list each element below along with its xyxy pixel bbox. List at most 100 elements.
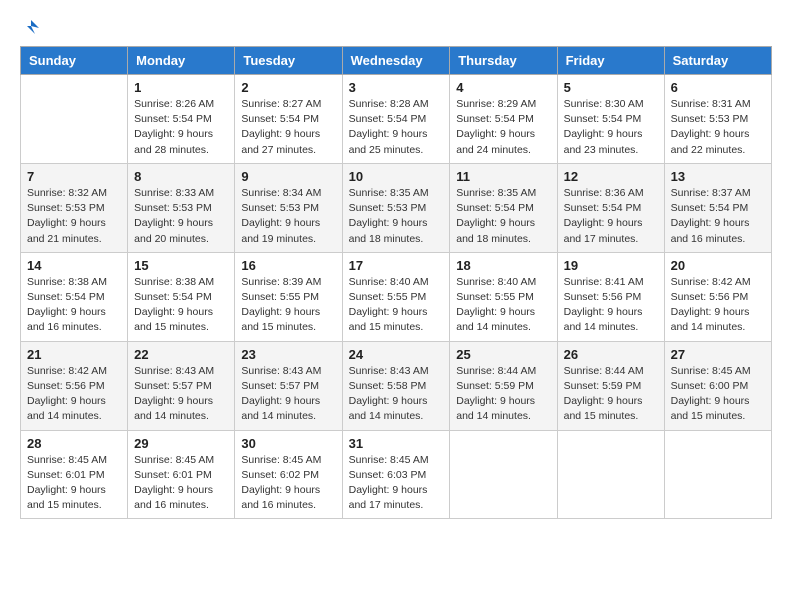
calendar-cell: 3 Sunrise: 8:28 AM Sunset: 5:54 PM Daylig… (342, 75, 450, 164)
calendar-cell: 2 Sunrise: 8:27 AM Sunset: 5:54 PM Daylig… (235, 75, 342, 164)
day-info: Sunrise: 8:27 AM Sunset: 5:54 PM Dayligh… (241, 97, 335, 158)
calendar-cell: 31 Sunrise: 8:45 AM Sunset: 6:03 PM Dayli… (342, 430, 450, 519)
calendar-cell: 5 Sunrise: 8:30 AM Sunset: 5:54 PM Daylig… (557, 75, 664, 164)
day-info: Sunrise: 8:38 AM Sunset: 5:54 PM Dayligh… (134, 275, 228, 336)
calendar-cell: 7Sunrise: 8:32 AM Sunset: 5:53 PM Daylig… (21, 163, 128, 252)
day-number: 28 (27, 436, 121, 451)
calendar-cell: 19 Sunrise: 8:41 AM Sunset: 5:56 PM Dayli… (557, 252, 664, 341)
day-info: Sunrise: 8:28 AM Sunset: 5:54 PM Dayligh… (349, 97, 444, 158)
day-number: 12 (564, 169, 658, 184)
day-info: Sunrise: 8:40 AM Sunset: 5:55 PM Dayligh… (456, 275, 550, 336)
calendar-week-row: 21 Sunrise: 8:42 AM Sunset: 5:56 PM Dayli… (21, 341, 772, 430)
calendar-cell: 12 Sunrise: 8:36 AM Sunset: 5:54 PM Dayli… (557, 163, 664, 252)
day-info: Sunrise: 8:41 AM Sunset: 5:56 PM Dayligh… (564, 275, 658, 336)
calendar-week-row: 7Sunrise: 8:32 AM Sunset: 5:53 PM Daylig… (21, 163, 772, 252)
calendar-cell: 16 Sunrise: 8:39 AM Sunset: 5:55 PM Dayli… (235, 252, 342, 341)
day-number: 26 (564, 347, 658, 362)
day-info: Sunrise: 8:36 AM Sunset: 5:54 PM Dayligh… (564, 186, 658, 247)
day-info: Sunrise: 8:40 AM Sunset: 5:55 PM Dayligh… (349, 275, 444, 336)
day-number: 4 (456, 80, 550, 95)
day-of-week-header: Thursday (450, 47, 557, 75)
day-info: Sunrise: 8:37 AM Sunset: 5:54 PM Dayligh… (671, 186, 765, 247)
day-number: 15 (134, 258, 228, 273)
day-info: Sunrise: 8:45 AM Sunset: 6:01 PM Dayligh… (27, 453, 121, 514)
calendar-cell: 24 Sunrise: 8:43 AM Sunset: 5:58 PM Dayli… (342, 341, 450, 430)
day-number: 11 (456, 169, 550, 184)
calendar-week-row: 1 Sunrise: 8:26 AM Sunset: 5:54 PM Daylig… (21, 75, 772, 164)
day-number: 24 (349, 347, 444, 362)
day-number: 7 (27, 169, 121, 184)
day-info: Sunrise: 8:30 AM Sunset: 5:54 PM Dayligh… (564, 97, 658, 158)
day-info: Sunrise: 8:43 AM Sunset: 5:58 PM Dayligh… (349, 364, 444, 425)
calendar-cell: 26Sunrise: 8:44 AM Sunset: 5:59 PM Dayli… (557, 341, 664, 430)
day-number: 16 (241, 258, 335, 273)
logo-bird-icon (21, 18, 39, 36)
calendar-table: SundayMondayTuesdayWednesdayThursdayFrid… (20, 46, 772, 519)
day-number: 6 (671, 80, 765, 95)
day-number: 2 (241, 80, 335, 95)
day-number: 23 (241, 347, 335, 362)
calendar-week-row: 28 Sunrise: 8:45 AM Sunset: 6:01 PM Dayli… (21, 430, 772, 519)
day-info: Sunrise: 8:44 AM Sunset: 5:59 PM Dayligh… (456, 364, 550, 425)
calendar-cell: 27 Sunrise: 8:45 AM Sunset: 6:00 PM Dayli… (664, 341, 771, 430)
calendar-cell: 23 Sunrise: 8:43 AM Sunset: 5:57 PM Dayli… (235, 341, 342, 430)
calendar-cell: 10Sunrise: 8:35 AM Sunset: 5:53 PM Dayli… (342, 163, 450, 252)
day-info: Sunrise: 8:45 AM Sunset: 6:01 PM Dayligh… (134, 453, 228, 514)
calendar-cell: 25Sunrise: 8:44 AM Sunset: 5:59 PM Dayli… (450, 341, 557, 430)
day-number: 3 (349, 80, 444, 95)
day-info: Sunrise: 8:34 AM Sunset: 5:53 PM Dayligh… (241, 186, 335, 247)
calendar-cell: 15 Sunrise: 8:38 AM Sunset: 5:54 PM Dayli… (128, 252, 235, 341)
day-info: Sunrise: 8:35 AM Sunset: 5:53 PM Dayligh… (349, 186, 444, 247)
day-info: Sunrise: 8:42 AM Sunset: 5:56 PM Dayligh… (671, 275, 765, 336)
day-number: 20 (671, 258, 765, 273)
day-info: Sunrise: 8:45 AM Sunset: 6:02 PM Dayligh… (241, 453, 335, 514)
day-number: 5 (564, 80, 658, 95)
day-number: 21 (27, 347, 121, 362)
day-number: 29 (134, 436, 228, 451)
day-number: 9 (241, 169, 335, 184)
day-number: 13 (671, 169, 765, 184)
calendar-cell: 30Sunrise: 8:45 AM Sunset: 6:02 PM Dayli… (235, 430, 342, 519)
day-of-week-header: Saturday (664, 47, 771, 75)
day-info: Sunrise: 8:45 AM Sunset: 6:00 PM Dayligh… (671, 364, 765, 425)
day-info: Sunrise: 8:33 AM Sunset: 5:53 PM Dayligh… (134, 186, 228, 247)
calendar-cell: 6 Sunrise: 8:31 AM Sunset: 5:53 PM Daylig… (664, 75, 771, 164)
day-info: Sunrise: 8:26 AM Sunset: 5:54 PM Dayligh… (134, 97, 228, 158)
day-of-week-header: Tuesday (235, 47, 342, 75)
calendar-cell: 20 Sunrise: 8:42 AM Sunset: 5:56 PM Dayli… (664, 252, 771, 341)
day-number: 27 (671, 347, 765, 362)
calendar-cell: 8 Sunrise: 8:33 AM Sunset: 5:53 PM Daylig… (128, 163, 235, 252)
calendar-cell (21, 75, 128, 164)
day-of-week-header: Friday (557, 47, 664, 75)
calendar-cell (664, 430, 771, 519)
day-info: Sunrise: 8:39 AM Sunset: 5:55 PM Dayligh… (241, 275, 335, 336)
day-number: 31 (349, 436, 444, 451)
day-number: 22 (134, 347, 228, 362)
page-header (20, 20, 772, 36)
day-info: Sunrise: 8:38 AM Sunset: 5:54 PM Dayligh… (27, 275, 121, 336)
calendar-cell: 28 Sunrise: 8:45 AM Sunset: 6:01 PM Dayli… (21, 430, 128, 519)
calendar-cell: 22 Sunrise: 8:43 AM Sunset: 5:57 PM Dayli… (128, 341, 235, 430)
day-number: 1 (134, 80, 228, 95)
day-number: 14 (27, 258, 121, 273)
day-number: 8 (134, 169, 228, 184)
calendar-cell (450, 430, 557, 519)
day-info: Sunrise: 8:43 AM Sunset: 5:57 PM Dayligh… (134, 364, 228, 425)
day-number: 19 (564, 258, 658, 273)
calendar-cell: 29 Sunrise: 8:45 AM Sunset: 6:01 PM Dayli… (128, 430, 235, 519)
day-info: Sunrise: 8:29 AM Sunset: 5:54 PM Dayligh… (456, 97, 550, 158)
day-number: 18 (456, 258, 550, 273)
day-info: Sunrise: 8:42 AM Sunset: 5:56 PM Dayligh… (27, 364, 121, 425)
calendar-header-row: SundayMondayTuesdayWednesdayThursdayFrid… (21, 47, 772, 75)
day-of-week-header: Monday (128, 47, 235, 75)
calendar-cell (557, 430, 664, 519)
day-info: Sunrise: 8:45 AM Sunset: 6:03 PM Dayligh… (349, 453, 444, 514)
calendar-cell: 17 Sunrise: 8:40 AM Sunset: 5:55 PM Dayli… (342, 252, 450, 341)
calendar-cell: 14 Sunrise: 8:38 AM Sunset: 5:54 PM Dayli… (21, 252, 128, 341)
day-info: Sunrise: 8:31 AM Sunset: 5:53 PM Dayligh… (671, 97, 765, 158)
day-of-week-header: Sunday (21, 47, 128, 75)
day-info: Sunrise: 8:43 AM Sunset: 5:57 PM Dayligh… (241, 364, 335, 425)
calendar-cell: 11Sunrise: 8:35 AM Sunset: 5:54 PM Dayli… (450, 163, 557, 252)
day-number: 17 (349, 258, 444, 273)
calendar-cell: 4 Sunrise: 8:29 AM Sunset: 5:54 PM Daylig… (450, 75, 557, 164)
